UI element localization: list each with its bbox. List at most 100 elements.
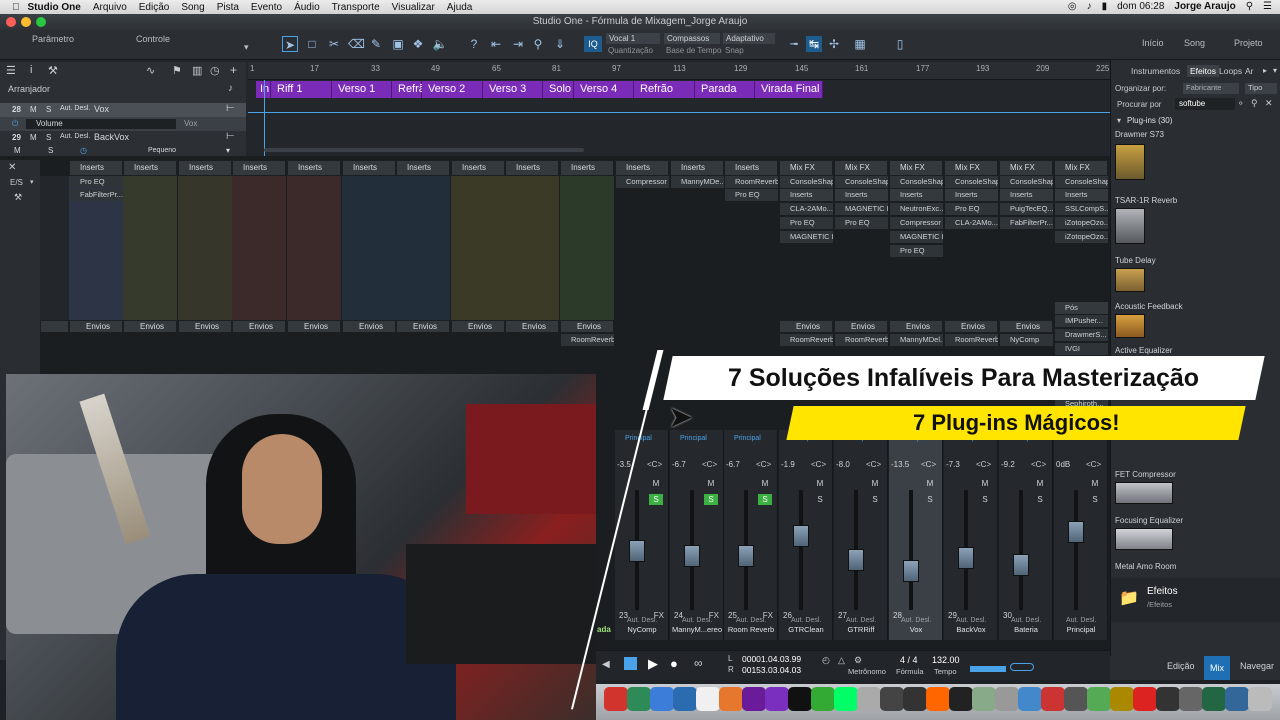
- solo-button[interactable]: S: [978, 494, 992, 505]
- automation-mode[interactable]: Aut. Desl.: [956, 617, 986, 624]
- nav-inicio[interactable]: Início: [1142, 38, 1164, 48]
- view-navegar-button[interactable]: Navegar: [1240, 661, 1274, 671]
- chevron-right-icon[interactable]: ▸: [1263, 66, 1267, 75]
- solo-button[interactable]: S: [649, 494, 663, 505]
- fader-value[interactable]: -7.3: [946, 460, 960, 469]
- controle-label[interactable]: Controle: [136, 34, 170, 44]
- fader-track[interactable]: [1074, 490, 1078, 610]
- inserts-header[interactable]: Inserts: [232, 160, 286, 176]
- insert-slot[interactable]: MAGNETIC II: [890, 231, 943, 243]
- mute-button[interactable]: M: [868, 478, 882, 489]
- sends-header[interactable]: Envios: [889, 320, 943, 333]
- menu-clock[interactable]: dom 06:28: [1117, 1, 1164, 12]
- dock-app-icon[interactable]: [1110, 687, 1134, 711]
- fader-value[interactable]: -6.7: [672, 460, 686, 469]
- snap-left-icon[interactable]: ⇤: [488, 36, 504, 52]
- menu-arquivo[interactable]: Arquivo: [93, 2, 127, 13]
- marker-icon[interactable]: ⚑: [172, 64, 182, 77]
- inserts-subheader[interactable]: Inserts: [1055, 189, 1108, 201]
- sends-header[interactable]: Envios: [123, 320, 177, 333]
- channel-name[interactable]: GTRClean: [779, 625, 833, 634]
- arranger-section-solo[interactable]: Solo: [543, 81, 574, 98]
- pan-control[interactable]: <C>: [1031, 460, 1046, 469]
- metronome-icon[interactable]: △: [838, 655, 845, 666]
- plugin-item[interactable]: Metal Amo Room: [1115, 562, 1277, 571]
- arranger-section-virada-final[interactable]: Virada Final: [755, 81, 823, 98]
- search-icon[interactable]: ⚲: [1251, 98, 1258, 109]
- minimize-window-button[interactable]: [21, 17, 31, 27]
- insert-slot[interactable]: FabFilterPr...: [70, 189, 123, 201]
- sends-header[interactable]: Envios: [560, 320, 614, 333]
- chevron-down-icon[interactable]: ▾: [1117, 116, 1121, 125]
- folder-row[interactable]: 📁 Efeitos /Efeitos: [1111, 578, 1280, 622]
- volume-icon[interactable]: ♪: [1087, 1, 1092, 12]
- tab-more[interactable]: Ar: [1245, 66, 1254, 76]
- bend-tool-icon[interactable]: ❖: [410, 36, 426, 52]
- fader-value[interactable]: -13.5: [891, 460, 909, 469]
- fader-handle[interactable]: [1013, 553, 1029, 576]
- insert-slot[interactable]: Pro EQ: [70, 176, 123, 188]
- chevron-down-icon[interactable]: ▾: [244, 42, 249, 53]
- sends-header[interactable]: Envios: [396, 320, 450, 333]
- mute-button[interactable]: M: [923, 478, 937, 489]
- pan-control[interactable]: <C>: [647, 460, 662, 469]
- sends-header[interactable]: Envios: [342, 320, 396, 333]
- plugin-item[interactable]: Active Equalizer: [1115, 346, 1277, 355]
- dock-app-icon[interactable]: [1133, 687, 1157, 711]
- dock-app-icon[interactable]: [1041, 687, 1065, 711]
- solo-button[interactable]: S: [813, 494, 827, 505]
- fader-handle[interactable]: [903, 560, 919, 583]
- insert-slot[interactable]: Pro EQ: [725, 189, 778, 201]
- mute-button[interactable]: M: [978, 478, 992, 489]
- zoom-window-button[interactable]: [36, 17, 46, 27]
- mixfx-header[interactable]: Mix FX: [999, 160, 1053, 176]
- mute-tool-icon[interactable]: ▣: [390, 36, 406, 52]
- plugin-thumbnail[interactable]: [1115, 528, 1173, 550]
- channel-name[interactable]: Vox: [889, 625, 943, 634]
- insert-slot[interactable]: FabFilterPr...: [1000, 217, 1053, 229]
- insert-slot[interactable]: MannyMDe...: [671, 176, 724, 188]
- insert-slot[interactable]: NeutronExc...: [890, 203, 943, 215]
- eraser-tool-icon[interactable]: ⌫: [348, 36, 365, 52]
- dock-app-icon[interactable]: [604, 687, 628, 711]
- automation-row-volume[interactable]: ⏻ Volume Vox: [0, 117, 246, 131]
- info-icon[interactable]: i: [30, 64, 32, 76]
- record-button[interactable]: ●: [670, 656, 678, 671]
- insert-slot[interactable]: Pro EQ: [890, 245, 943, 257]
- dock-app-icon[interactable]: [1087, 687, 1111, 711]
- arranger-section-parada[interactable]: Parada: [695, 81, 755, 98]
- mixfx-slot[interactable]: ConsoleShaper: [1000, 176, 1053, 188]
- plugins-header[interactable]: Plug-ins (30): [1127, 116, 1172, 125]
- inserts-subheader[interactable]: Inserts: [890, 189, 943, 201]
- dock-app-icon[interactable]: [1064, 687, 1088, 711]
- track-name[interactable]: Vox: [94, 104, 109, 114]
- add-track-icon[interactable]: +: [230, 63, 237, 77]
- menu-audio[interactable]: Áudio: [294, 2, 320, 13]
- inserts-header[interactable]: Inserts: [560, 160, 614, 176]
- menu-icon[interactable]: ☰: [6, 64, 16, 77]
- arranger-section-refra[interactable]: Refrã: [392, 81, 425, 98]
- close-window-button[interactable]: [6, 17, 16, 27]
- inserts-header[interactable]: Inserts: [396, 160, 450, 176]
- dock-app-icon[interactable]: [1225, 687, 1249, 711]
- dock-app-icon[interactable]: [972, 687, 996, 711]
- inserts-header[interactable]: Inserts: [287, 160, 341, 176]
- mixfx-header[interactable]: Mix FX: [944, 160, 998, 176]
- sends-header[interactable]: Envios: [944, 320, 998, 333]
- mixfx-header[interactable]: Mix FX: [889, 160, 943, 176]
- fader-value[interactable]: -9.2: [1001, 460, 1015, 469]
- sends-header[interactable]: Envios: [999, 320, 1053, 333]
- channel-name[interactable]: GTRRiff: [834, 625, 888, 634]
- view-edicao-button[interactable]: Edição: [1167, 661, 1195, 671]
- dock-app-icon[interactable]: [926, 687, 950, 711]
- chevron-down-icon[interactable]: ▾: [30, 178, 34, 186]
- inserts-header[interactable]: Inserts: [178, 160, 232, 176]
- dock-app-icon[interactable]: [903, 687, 927, 711]
- dock-app-icon[interactable]: [834, 687, 858, 711]
- insert-slot[interactable]: MAGNETIC II: [780, 231, 833, 243]
- nav-song[interactable]: Song: [1184, 38, 1205, 48]
- inserts-header[interactable]: Inserts: [451, 160, 505, 176]
- split-tool-icon[interactable]: ✂: [326, 36, 342, 52]
- automation-mode[interactable]: Aut. Desl.: [846, 617, 876, 624]
- insert-slot[interactable]: iZotopeOzo...: [1055, 231, 1108, 243]
